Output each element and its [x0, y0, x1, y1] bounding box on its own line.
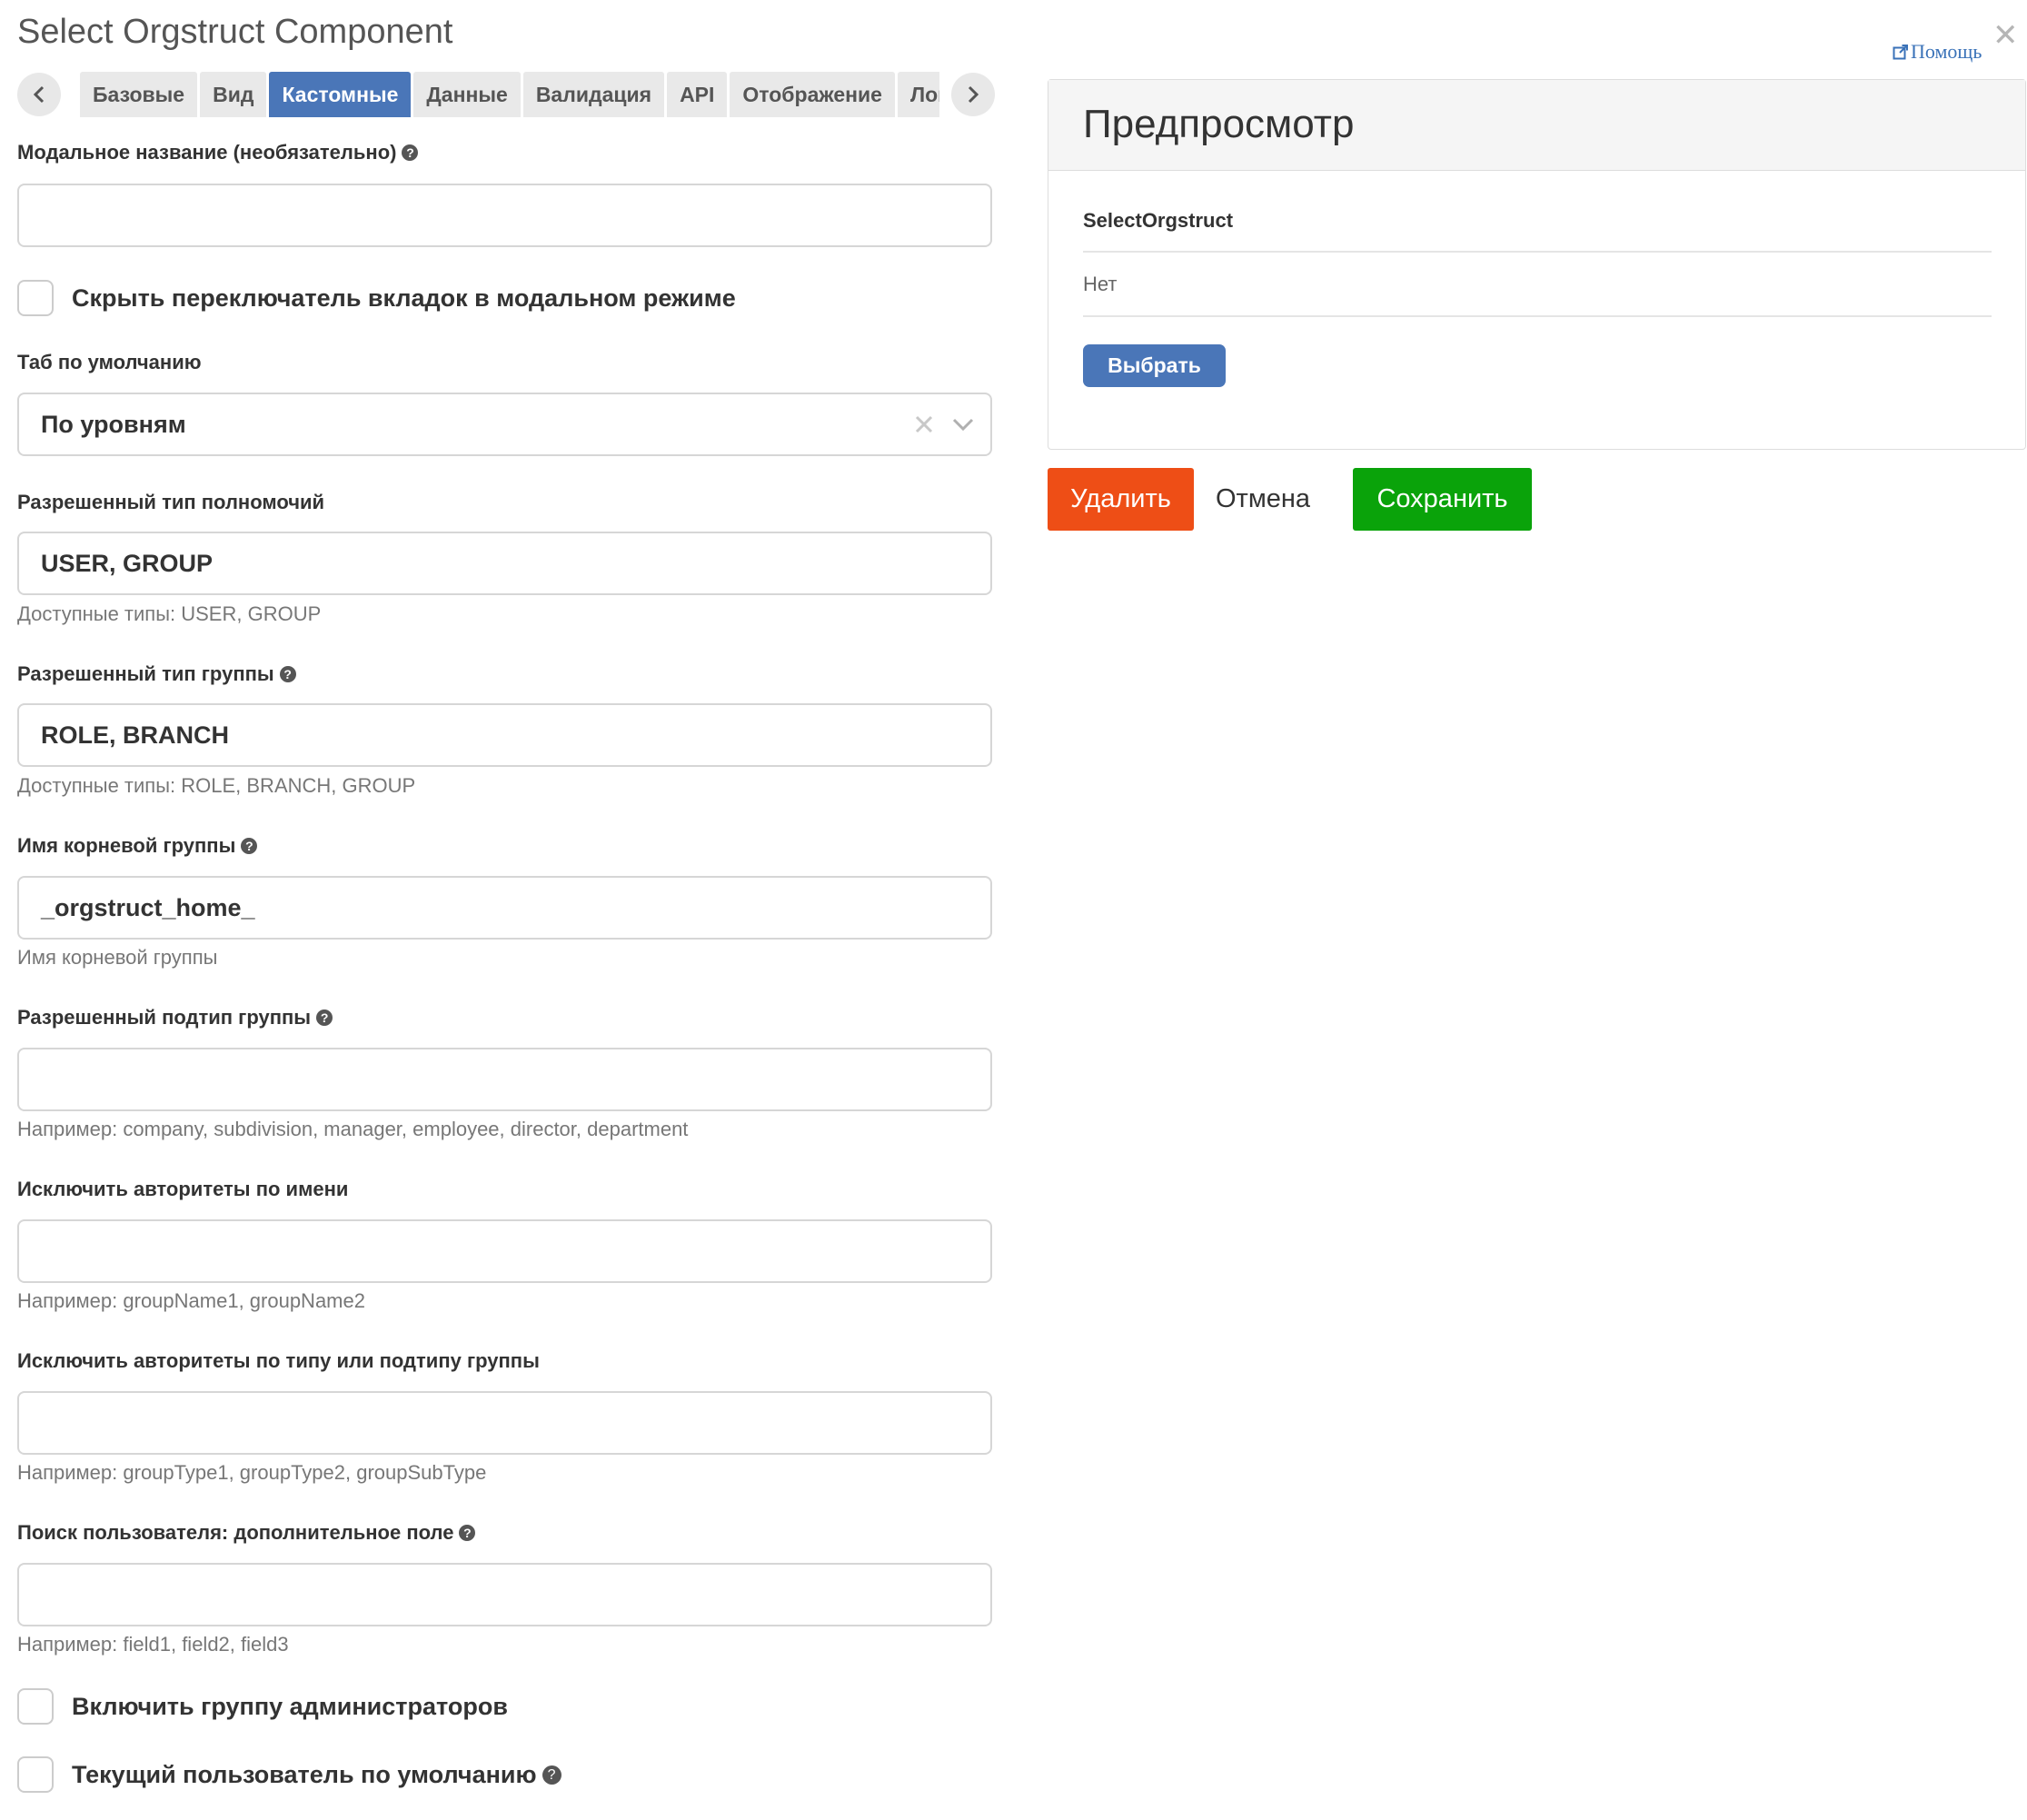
dialog-title: Select Orgstruct Component: [17, 13, 453, 51]
question-circle-icon[interactable]: ?: [459, 1525, 476, 1541]
group-type-label: Разрешенный тип группы?: [17, 662, 296, 686]
include-admin-group-label: Включить группу администраторов: [72, 1692, 508, 1720]
help-link-label: Помощь: [1911, 40, 1982, 63]
root-group-label: Имя корневой группы?: [17, 834, 258, 858]
question-circle-icon[interactable]: ?: [316, 1009, 333, 1026]
modal-title-input[interactable]: [17, 184, 992, 247]
root-group-input[interactable]: _orgstruct_home_: [17, 876, 992, 940]
question-circle-icon[interactable]: ?: [279, 666, 296, 682]
preview-title: Предпросмотр: [1083, 102, 1355, 146]
preview-component-label: SelectOrgstruct: [1083, 209, 1234, 232]
group-subtype-hint: Например: company, subdivision, manager,…: [17, 1118, 689, 1140]
group-type-label-text: Разрешенный тип группы: [17, 662, 274, 685]
current-user-default-checkbox[interactable]: [17, 1756, 54, 1793]
delete-button[interactable]: Удалить: [1048, 468, 1194, 531]
tab-basic[interactable]: Базовые: [80, 72, 198, 117]
tab-logic[interactable]: Логика: [897, 72, 939, 117]
root-group-label-text: Имя корневой группы: [17, 834, 236, 857]
cancel-button[interactable]: Отмена: [1216, 484, 1310, 514]
tab-validation[interactable]: Валидация: [522, 72, 665, 117]
question-circle-icon[interactable]: ?: [241, 838, 258, 854]
external-link-icon: [1893, 45, 1908, 60]
exclude-by-type-hint: Например: groupType1, groupType2, groupS…: [17, 1461, 487, 1484]
include-admin-group-checkbox[interactable]: [17, 1688, 54, 1725]
modal-title-label: Модальное название (необязательно)?: [17, 141, 419, 164]
tabs-scroll-right-button[interactable]: [951, 73, 995, 116]
group-type-hint: Доступные типы: ROLE, BRANCH, GROUP: [17, 774, 416, 797]
group-subtype-label-text: Разрешенный подтип группы: [17, 1006, 312, 1029]
default-tab-selected-value: По уровням: [41, 410, 186, 438]
group-subtype-label: Разрешенный подтип группы?: [17, 1006, 333, 1029]
include-admin-group-row: Включить группу администраторов: [17, 1688, 508, 1725]
current-user-default-row: Текущий пользователь по умолчанию?: [17, 1756, 561, 1793]
exclude-by-type-label: Исключить авторитеты по типу или подтипу…: [17, 1349, 540, 1372]
preview-panel: Предпросмотр: [1048, 79, 2026, 450]
modal-title-label-text: Модальное название (необязательно): [17, 141, 397, 164]
chevron-down-icon[interactable]: [952, 417, 974, 432]
tab-custom[interactable]: Кастомные: [269, 72, 412, 117]
exclude-by-name-input[interactable]: [17, 1219, 992, 1283]
authority-type-label: Разрешенный тип полномочий: [17, 491, 325, 513]
default-tab-select[interactable]: По уровням: [17, 393, 992, 456]
authority-type-hint: Доступные типы: USER, GROUP: [17, 602, 322, 625]
question-circle-icon[interactable]: ?: [402, 144, 419, 161]
tab-display[interactable]: Отображение: [730, 72, 895, 117]
exclude-by-name-hint: Например: groupName1, groupName2: [17, 1289, 365, 1312]
tab-api[interactable]: API: [667, 72, 728, 117]
user-search-field-input[interactable]: [17, 1563, 992, 1626]
tab-strip: Базовые Вид Кастомные Данные Валидация A…: [80, 72, 939, 117]
preview-select-button[interactable]: Выбрать: [1083, 344, 1226, 387]
tab-bar: Базовые Вид Кастомные Данные Валидация A…: [17, 72, 996, 117]
tab-data[interactable]: Данные: [413, 72, 521, 117]
question-circle-icon[interactable]: ?: [542, 1765, 561, 1785]
current-user-default-label: Текущий пользователь по умолчанию: [72, 1760, 537, 1788]
hide-tab-switcher-row: Скрыть переключатель вкладок в модальном…: [17, 280, 736, 316]
clear-icon[interactable]: [914, 414, 934, 434]
authority-type-input[interactable]: USER, GROUP: [17, 532, 992, 595]
group-type-input[interactable]: ROLE, BRANCH: [17, 703, 992, 767]
user-search-field-hint: Например: field1, field2, field3: [17, 1633, 289, 1656]
close-icon[interactable]: ✕: [1992, 20, 2019, 51]
exclude-by-type-input[interactable]: [17, 1391, 992, 1455]
hide-tab-switcher-checkbox[interactable]: [17, 280, 54, 316]
group-subtype-input[interactable]: [17, 1048, 992, 1111]
save-button[interactable]: Сохранить: [1353, 468, 1532, 531]
tabs-scroll-left-button[interactable]: [17, 73, 61, 116]
hide-tab-switcher-label: Скрыть переключатель вкладок в модальном…: [72, 283, 736, 312]
preview-value: Нет: [1083, 273, 1118, 295]
root-group-hint: Имя корневой группы: [17, 946, 218, 969]
chevron-left-icon: [33, 85, 45, 104]
preview-divider: [1083, 251, 1992, 253]
preview-divider: [1083, 315, 1992, 317]
exclude-by-name-label: Исключить авторитеты по имени: [17, 1178, 349, 1200]
user-search-field-label-text: Поиск пользователя: дополнительное поле: [17, 1521, 454, 1544]
preview-header: Предпросмотр: [1048, 80, 2025, 171]
tab-view[interactable]: Вид: [200, 72, 267, 117]
chevron-right-icon: [968, 85, 979, 104]
default-tab-label: Таб по умолчанию: [17, 351, 202, 373]
user-search-field-label: Поиск пользователя: дополнительное поле?: [17, 1521, 476, 1545]
help-link[interactable]: Помощь: [1893, 40, 1982, 64]
